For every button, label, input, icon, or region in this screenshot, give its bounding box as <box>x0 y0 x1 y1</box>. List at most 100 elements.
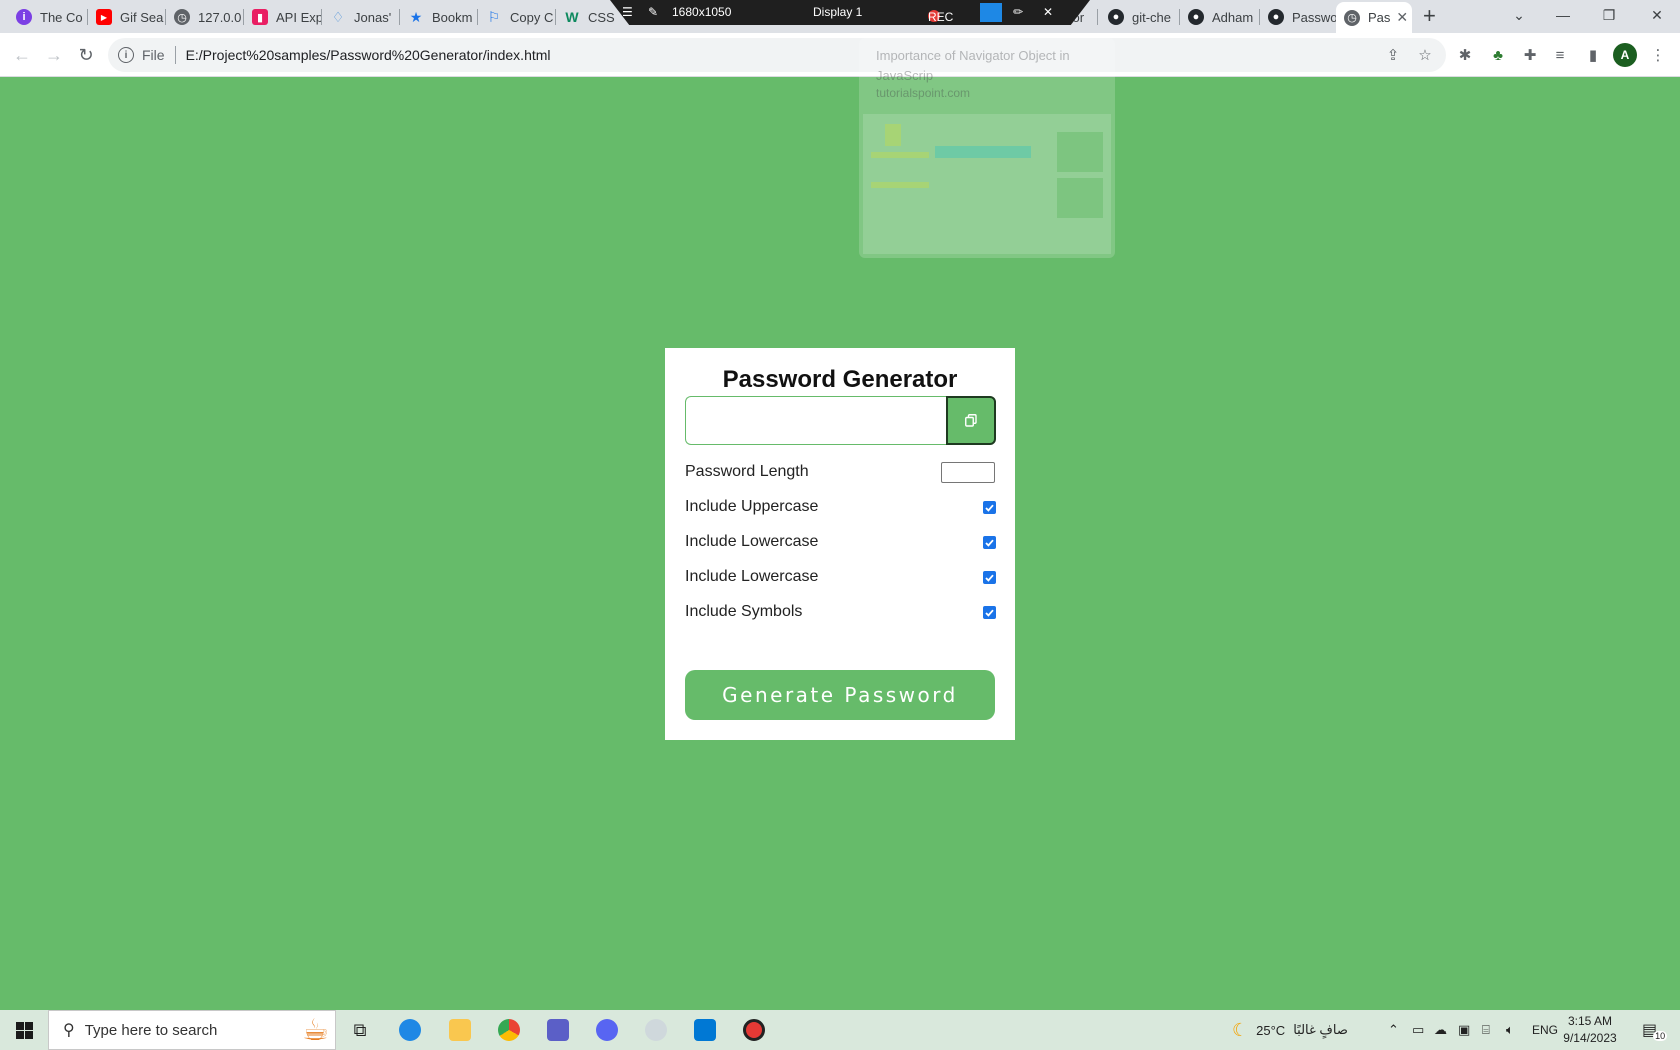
browser-tab[interactable]: ● Passwo <box>1260 4 1336 30</box>
github-icon: ● <box>1268 9 1284 25</box>
minimize-button[interactable]: — <box>1540 0 1586 30</box>
tab-title: The Co <box>40 9 83 25</box>
network-icon[interactable]: ⌸ <box>1482 1010 1490 1050</box>
close-tab-icon[interactable]: ✕ <box>1396 9 1408 26</box>
info-icon[interactable]: i <box>118 47 134 63</box>
taskbar-chrome[interactable] <box>489 1014 529 1046</box>
task-view-button[interactable]: ⧉ <box>340 1014 380 1046</box>
tray-overflow-icon[interactable]: ⌃ <box>1388 1010 1399 1050</box>
profile-avatar[interactable]: A <box>1613 43 1637 67</box>
menu-icon[interactable]: ☰ <box>622 5 633 19</box>
generate-password-button[interactable]: Generate Password <box>685 670 995 720</box>
address-bar[interactable]: i File E:/Project%20samples/Password%20G… <box>108 38 1446 72</box>
clock-time: 3:15 AM <box>1567 1014 1613 1028</box>
weather-text: صافٍ غالبًا <box>1293 1022 1348 1037</box>
browser-tab-active[interactable]: ◷ Pas ✕ <box>1336 2 1412 33</box>
bug-extension-icon[interactable]: ✱ <box>1455 45 1475 65</box>
taskbar-clock[interactable]: 3:15 AM 9/14/2023 <box>1550 1013 1630 1047</box>
checkmark-icon <box>985 574 994 582</box>
hover-card-thumbnail <box>863 114 1111 254</box>
close-window-button[interactable]: ✕ <box>1634 0 1680 30</box>
globe-icon: ◷ <box>174 9 190 25</box>
lowercase-checkbox[interactable] <box>983 536 996 549</box>
uppercase-checkbox[interactable] <box>983 501 996 514</box>
volume-icon[interactable]: 🔈︎ <box>1506 1010 1514 1050</box>
start-button[interactable] <box>0 1010 48 1050</box>
taskbar-search-app[interactable] <box>636 1014 676 1046</box>
restore-button[interactable]: ❐ <box>1586 0 1632 30</box>
pen-icon[interactable]: ✏ <box>1013 5 1023 19</box>
menu-dots-icon[interactable]: ⋮ <box>1648 45 1668 65</box>
symbols-checkbox[interactable] <box>983 606 996 619</box>
browser-tab[interactable]: ⚐ Copy C <box>478 4 556 30</box>
forward-button[interactable]: → <box>40 41 68 69</box>
task-view-icon: ⧉ <box>353 1019 367 1040</box>
windows-taskbar: ⚲ Type here to search ☕ ⧉ ☾ 25°C صافٍ غا… <box>0 1010 1680 1050</box>
taskbar-teams[interactable] <box>538 1014 578 1046</box>
folder-icon <box>449 1019 471 1041</box>
tab-title: Jonas' <box>354 9 392 25</box>
browser-tab[interactable]: i The Co <box>8 4 88 30</box>
discord-icon <box>596 1019 618 1041</box>
bookmark-star-icon[interactable]: ☆ <box>1415 45 1435 65</box>
taskbar-recorder[interactable] <box>734 1014 774 1046</box>
browser-tab[interactable]: ★ Bookm <box>400 4 478 30</box>
clock-date: 9/14/2023 <box>1563 1031 1617 1045</box>
search-icon: ⚲ <box>63 1022 75 1039</box>
taskbar-discord[interactable] <box>587 1014 627 1046</box>
weather-temp: 25°C <box>1256 1022 1286 1038</box>
side-panel-icon[interactable]: ▮ <box>1583 45 1603 65</box>
copy-button[interactable] <box>946 396 996 445</box>
browser-tab[interactable]: W CSS <box>556 4 616 30</box>
tab-title: Copy C <box>510 9 554 25</box>
display-icon[interactable]: ▣ <box>1458 1010 1470 1050</box>
taskbar-search[interactable]: ⚲ Type here to search ☕ <box>48 1010 336 1050</box>
tab-search-button[interactable]: ⌄ <box>1496 0 1542 30</box>
taskbar-edge[interactable] <box>390 1014 430 1046</box>
close-icon[interactable]: ✕ <box>1043 5 1053 19</box>
circle-i-icon: i <box>16 9 32 25</box>
browser-tab[interactable]: ● git-che <box>1100 4 1180 30</box>
teams-icon <box>547 1019 569 1041</box>
tab-title: CSS <box>588 9 615 25</box>
star-icon: ★ <box>409 8 423 25</box>
flag-icon: ⚐ <box>487 8 501 25</box>
weather-widget[interactable]: ☾ 25°C صافٍ غالبًا <box>1232 1010 1348 1050</box>
reload-button[interactable]: ↻ <box>72 41 100 69</box>
capture-icon[interactable] <box>980 3 1002 22</box>
onedrive-icon[interactable]: ☁ <box>1434 1010 1447 1050</box>
taskbar-vscode[interactable] <box>685 1014 725 1046</box>
option-symbols-label: Include Symbols <box>685 603 803 620</box>
pin-icon[interactable]: ✎ <box>648 5 658 19</box>
media-control-icon[interactable]: ≡ <box>1550 45 1570 65</box>
windows-logo-icon <box>15 1021 33 1039</box>
password-length-label: Password Length <box>685 463 809 480</box>
password-length-input[interactable] <box>941 462 995 483</box>
extensions-puzzle-icon[interactable]: ✚ <box>1520 45 1540 65</box>
tree-extension-icon[interactable]: ♣ <box>1488 45 1508 65</box>
taskbar-file-explorer[interactable] <box>440 1014 480 1046</box>
tab-title: Adham <box>1212 9 1254 25</box>
notification-center[interactable]: ▤ 10 <box>1642 1010 1668 1050</box>
new-tab-button[interactable]: + <box>1423 4 1436 28</box>
browser-tab[interactable]: ◷ 127.0.0 <box>166 4 244 30</box>
url-text[interactable]: E:/Project%20samples/Password%20Generato… <box>186 47 551 63</box>
autumn-cup-icon: ☕ <box>302 1014 329 1047</box>
browser-tab[interactable]: ♢ Jonas' <box>322 4 400 30</box>
browser-tab[interactable]: ▮ API Exp <box>244 4 322 30</box>
tab-title: Bookm <box>432 9 473 25</box>
resolution-label: 1680x1050 <box>672 5 732 19</box>
password-output-field[interactable] <box>685 396 947 445</box>
magnifier-app-icon <box>645 1019 667 1041</box>
option-numbers-label: Include Lowercase <box>685 568 819 585</box>
browser-tab[interactable]: ● Adham <box>1180 4 1260 30</box>
share-icon[interactable]: ⇪ <box>1383 45 1403 65</box>
tab-title: 127.0.0 <box>198 9 242 25</box>
notification-count: 10 <box>1653 1031 1668 1041</box>
numbers-checkbox[interactable] <box>983 571 996 584</box>
meet-icon[interactable]: ▭ <box>1412 1010 1424 1050</box>
back-button[interactable]: ← <box>8 41 36 69</box>
tab-title: git-che <box>1132 9 1172 25</box>
password-generator-card: Password Generator Password Length Inclu… <box>665 348 1015 740</box>
browser-tab[interactable]: ▶ Gif Sea <box>88 4 166 30</box>
